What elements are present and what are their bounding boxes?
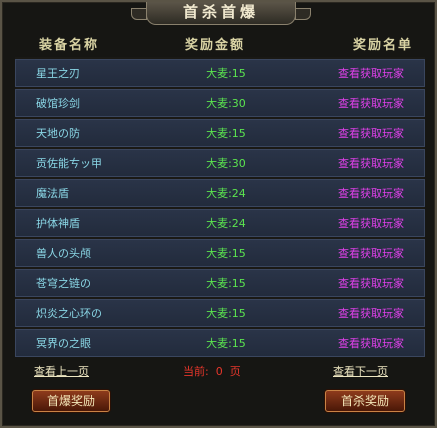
title-plate-left-cap <box>131 8 147 20</box>
equipment-name: 魔法盾 <box>36 187 69 200</box>
current-page-indicator: 当前: 0 页 <box>183 365 241 378</box>
view-players-link[interactable]: 查看获取玩家 <box>285 215 424 231</box>
equipment-name: 护体神盾 <box>36 217 80 230</box>
reward-amount: 大麦:24 <box>206 217 246 230</box>
title-plate-right-cap <box>295 8 311 20</box>
view-players-link[interactable]: 查看获取玩家 <box>285 155 424 171</box>
panel-title: 首杀首爆 <box>131 2 311 25</box>
first-drop-reward-button[interactable]: 首爆奖励 <box>32 390 110 412</box>
header-reward-amount: 奖励金额 <box>184 37 245 53</box>
reward-amount: 大麦:15 <box>206 307 246 320</box>
equipment-list: 星王之刃 大麦:15 查看获取玩家 破馆珍剑 大麦:30 查看获取玩家 天地の防… <box>15 57 425 357</box>
view-players-link[interactable]: 查看获取玩家 <box>285 275 424 291</box>
table-row: 星王之刃 大麦:15 查看获取玩家 <box>15 59 425 87</box>
reward-amount: 大麦:24 <box>206 187 246 200</box>
equipment-name: 贡佐能ㄘッ甲 <box>36 157 102 170</box>
table-row: 兽人の头颅 大麦:15 查看获取玩家 <box>15 239 425 267</box>
table-row: 贡佐能ㄘッ甲 大麦:30 查看获取玩家 <box>15 149 425 177</box>
equipment-name: 星王之刃 <box>36 67 80 80</box>
pagination: 查看上一页 当前: 0 页 查看下一页 <box>15 360 425 380</box>
equipment-name: 兽人の头颅 <box>36 247 91 260</box>
equipment-name: 炽炎之心环の <box>36 307 102 320</box>
reward-amount: 大麦:15 <box>206 277 246 290</box>
header-reward-list: 奖励名单 <box>352 37 413 53</box>
next-page-link[interactable]: 查看下一页 <box>333 363 388 379</box>
reward-amount: 大麦:30 <box>206 157 246 170</box>
table-header: 装备名称 奖励金额 奖励名单 <box>15 32 425 54</box>
view-players-link[interactable]: 查看获取玩家 <box>285 65 424 81</box>
panel-title-text: 首杀首爆 <box>182 3 259 21</box>
equipment-name: 苍穹之链の <box>36 277 91 290</box>
header-equipment-name: 装备名称 <box>39 37 100 53</box>
first-kill-reward-button[interactable]: 首杀奖励 <box>325 390 405 412</box>
table-row: 冥界の之眼 大麦:15 查看获取玩家 <box>15 329 425 357</box>
view-players-link[interactable]: 查看获取玩家 <box>285 335 424 351</box>
reward-amount: 大麦:15 <box>206 127 246 140</box>
view-players-link[interactable]: 查看获取玩家 <box>285 185 424 201</box>
equipment-name: 天地の防 <box>36 127 80 140</box>
view-players-link[interactable]: 查看获取玩家 <box>285 305 424 321</box>
view-players-link[interactable]: 查看获取玩家 <box>285 245 424 261</box>
reward-amount: 大麦:30 <box>206 97 246 110</box>
table-row: 破馆珍剑 大麦:30 查看获取玩家 <box>15 89 425 117</box>
table-row: 魔法盾 大麦:24 查看获取玩家 <box>15 179 425 207</box>
reward-amount: 大麦:15 <box>206 337 246 350</box>
equipment-name: 冥界の之眼 <box>36 337 91 350</box>
table-row: 炽炎之心环の 大麦:15 查看获取玩家 <box>15 299 425 327</box>
table-row: 护体神盾 大麦:24 查看获取玩家 <box>15 209 425 237</box>
view-players-link[interactable]: 查看获取玩家 <box>285 95 424 111</box>
prev-page-link[interactable]: 查看上一页 <box>34 363 89 379</box>
view-players-link[interactable]: 查看获取玩家 <box>285 125 424 141</box>
equipment-name: 破馆珍剑 <box>36 97 80 110</box>
table-row: 苍穹之链の 大麦:15 查看获取玩家 <box>15 269 425 297</box>
table-row: 天地の防 大麦:15 查看获取玩家 <box>15 119 425 147</box>
reward-amount: 大麦:15 <box>206 67 246 80</box>
first-kill-panel: 首杀首爆 装备名称 奖励金额 奖励名单 星王之刃 大麦:15 查看获取玩家 破馆… <box>0 0 437 428</box>
reward-amount: 大麦:15 <box>206 247 246 260</box>
